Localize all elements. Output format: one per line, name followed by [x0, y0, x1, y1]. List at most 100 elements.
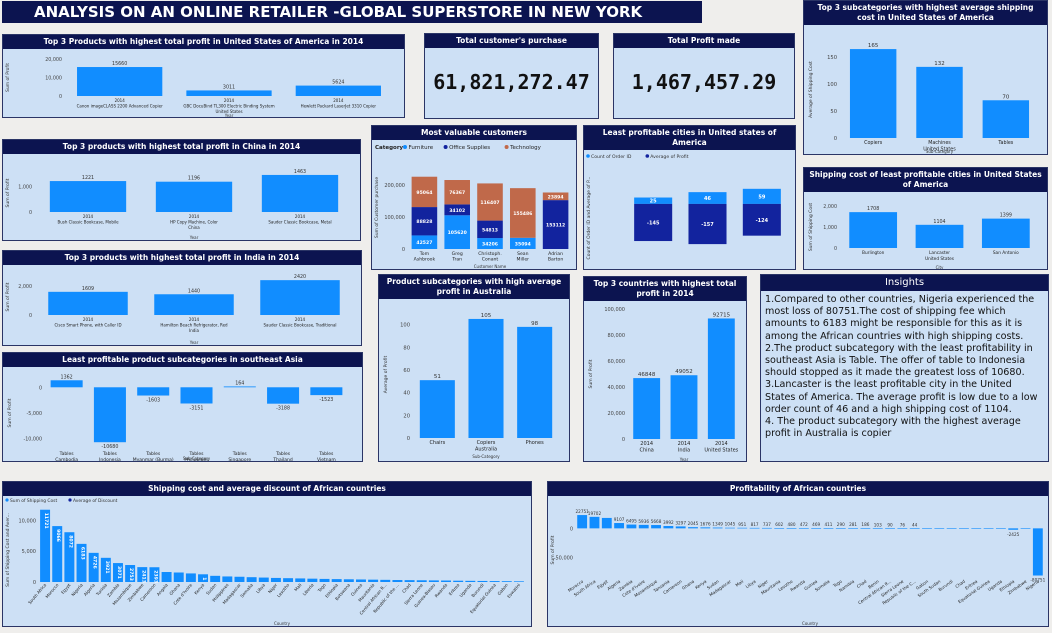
- bar: [49, 181, 127, 212]
- y-tick-label: 100,000: [384, 215, 405, 221]
- x-tick-label: 2014: [224, 98, 235, 103]
- y-axis-label: Sum of Profit: [5, 178, 11, 207]
- data-label: 49052: [675, 369, 693, 375]
- y-tick-label: 60: [403, 368, 410, 374]
- y-tick-label: 0: [402, 247, 405, 253]
- card-usa-city-shipping[interactable]: Shipping cost of least profitable cities…: [803, 167, 1048, 270]
- bar: [295, 85, 381, 96]
- data-label: 1399: [1000, 213, 1012, 219]
- insights-body: 1.Compared to other countries, Nigeria e…: [761, 291, 1048, 443]
- card-africa-profit[interactable]: Profitability of African countries Sum o…: [547, 481, 1049, 627]
- y-tick-label: 0: [570, 526, 573, 532]
- card-sea-subcategories[interactable]: Least profitable product subcategories i…: [2, 352, 363, 462]
- card-india-products[interactable]: Top 3 products with highest total profit…: [2, 250, 362, 346]
- x-tick-label: Ashbrook: [414, 257, 436, 263]
- data-label: 35094: [515, 241, 531, 247]
- y-tick-label: 50: [830, 109, 837, 115]
- bar: [307, 578, 318, 582]
- bar: [983, 528, 994, 529]
- bar: [737, 527, 748, 529]
- y-tick-label: 200,000: [384, 183, 405, 189]
- usa-shipping-subcat-chart: Average of Shipping Cost 0 50 100 150 165 Copi…: [808, 43, 1030, 154]
- legend-marker: [504, 145, 509, 149]
- y-tick-label: 1,000: [18, 185, 32, 191]
- chart-title: Top 3 products with highest total profit…: [3, 251, 361, 265]
- data-label: 737: [763, 522, 771, 527]
- y-tick-label: 100,000: [604, 307, 625, 313]
- data-label: 1440: [188, 288, 200, 294]
- bar: [468, 318, 504, 438]
- x-tick-label: Tom: [419, 251, 430, 257]
- data-label: 3992: [663, 520, 674, 525]
- data-label: 472: [800, 522, 808, 527]
- data-label: -157: [701, 222, 714, 228]
- data-label: 76367: [449, 190, 465, 196]
- x-tick-label: Kenya: [694, 578, 708, 590]
- x-tick-label: South Africa: [27, 582, 47, 605]
- insight-point: 2.The product subcategory with the least…: [765, 342, 1033, 379]
- x-tick-label: 2014: [295, 317, 306, 322]
- x-tick-label: Morocco: [44, 582, 59, 599]
- card-australia-subcat[interactable]: Product subcategories with high average …: [378, 274, 570, 462]
- africa-shipping-chart: Sum of Shipping Cost Average of Discount S…: [5, 498, 524, 626]
- data-label: 34206: [482, 242, 498, 248]
- y-tick-label: 80,000: [608, 333, 626, 339]
- chart-title: Shipping cost and average discount of Af…: [3, 482, 531, 496]
- bar: [909, 528, 920, 529]
- bar: [210, 575, 221, 582]
- card-usa-shipping-subcat[interactable]: Top 3 subcategories with highest average…: [803, 0, 1048, 155]
- kpi-customer-purchase[interactable]: Total customer's purchase 61,821,272.47: [424, 33, 599, 119]
- card-top-countries[interactable]: Top 3 countries with highest total profi…: [583, 276, 747, 462]
- card-usa-cities[interactable]: Least profitable cities in United states…: [583, 125, 796, 270]
- card-usa-products[interactable]: Top 3 Products with highest total profit…: [2, 34, 405, 118]
- x-tick-label: Angola: [156, 582, 169, 597]
- x-tick-label: Ghana: [681, 578, 695, 590]
- chart-title: Top 3 countries with highest total profi…: [584, 277, 746, 301]
- data-label: 25: [650, 199, 657, 205]
- bar: [934, 528, 945, 529]
- bar: [186, 90, 272, 96]
- x-tick-label: Somalia: [239, 582, 254, 598]
- insight-point: 1.Compared to other countries, Nigeria e…: [765, 294, 1035, 342]
- data-label: 15660: [112, 61, 127, 67]
- data-label: 1463: [294, 169, 306, 175]
- data-label: 132: [934, 61, 945, 67]
- data-label: 6495: [626, 519, 637, 524]
- legend-label: Sum of Shipping Cost: [10, 498, 57, 504]
- bar: [774, 528, 785, 529]
- card-valuable-customers[interactable]: Most valuable customers Category Furnitur…: [371, 125, 577, 270]
- bar: [50, 380, 83, 388]
- bar: [222, 576, 233, 582]
- australia-subcat-chart: Average of Profit 0 20 40 60 80 100 51 Chairs 105…: [383, 313, 553, 459]
- data-label: 76: [900, 522, 906, 527]
- data-label: 95064: [416, 190, 432, 196]
- data-label: 3011: [223, 84, 235, 90]
- x-tick-label: Miller: [517, 257, 530, 263]
- x-tick-label: Lesotho: [276, 582, 291, 598]
- bar: [885, 528, 895, 529]
- kpi-total-profit[interactable]: Total Profit made 1,467,457.29: [613, 33, 795, 119]
- bar: [633, 378, 661, 439]
- data-label: 98: [531, 321, 538, 327]
- bar: [761, 527, 772, 529]
- x-tick-label: Lancaster: [929, 250, 950, 256]
- x-tick-label: 2014: [715, 441, 728, 447]
- bar: [849, 212, 898, 248]
- card-africa-shipping[interactable]: Shipping cost and average discount of Af…: [2, 481, 532, 627]
- y-tick-label: 60,000: [608, 359, 626, 365]
- y-axis-label: Sum of Profit: [5, 282, 11, 311]
- x-tick-label: Chad: [856, 579, 868, 589]
- bar: [295, 578, 306, 582]
- kpi-value: 61,821,272.47: [433, 70, 590, 94]
- bar: [675, 526, 686, 529]
- x-tick-label: Adrian: [548, 251, 563, 257]
- data-label: 23894: [548, 194, 564, 200]
- y-axis-label: Sum of Shipping Cost: [808, 203, 814, 252]
- bar: [835, 528, 846, 529]
- card-china-products[interactable]: Top 3 products with highest total profit…: [2, 139, 361, 241]
- bar: [1020, 528, 1031, 529]
- bar: [688, 527, 698, 529]
- bar: [707, 318, 735, 439]
- legend-marker: [645, 154, 650, 158]
- sea-subcategories-chart: Sum of Profit0-5,000-10,0001362TablesCam…: [7, 374, 343, 461]
